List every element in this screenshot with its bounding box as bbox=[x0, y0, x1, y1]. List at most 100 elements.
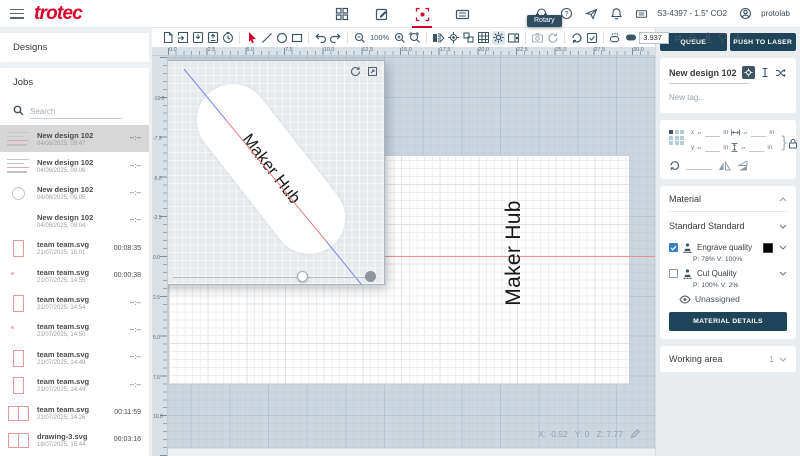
camera-icon[interactable] bbox=[531, 31, 544, 45]
rotation-slider-handle[interactable] bbox=[297, 271, 308, 282]
job-list-item[interactable]: team team.svg 21/07/2025, 14:49 --:-- bbox=[0, 372, 149, 399]
engrave-color-swatch[interactable] bbox=[763, 243, 773, 253]
cut-chevron-icon[interactable] bbox=[779, 271, 787, 276]
job-list-item[interactable]: team team.svg 21/07/2025, 14:55 00:00:38 bbox=[0, 262, 149, 289]
x-stepper[interactable]: ▴▾ bbox=[697, 131, 701, 134]
zoom-in-icon[interactable] bbox=[393, 31, 406, 45]
rotation-slider-end[interactable] bbox=[365, 271, 376, 282]
anchor-point-selector[interactable] bbox=[669, 130, 684, 145]
menu-icon[interactable] bbox=[10, 9, 24, 19]
horizontal-scrollbar[interactable] bbox=[152, 448, 655, 456]
rotation-input[interactable] bbox=[686, 161, 712, 170]
designs-section[interactable]: Designs bbox=[0, 33, 149, 62]
canvas-design-text[interactable]: Maker Hub bbox=[502, 200, 526, 305]
job-list-item[interactable]: team team.svg 21/07/2025, 14:49 --:-- bbox=[0, 344, 149, 371]
job-list-item[interactable]: drawing-3.svg 18/07/2025, 15:44 00:03:16 bbox=[0, 426, 149, 453]
rotary-icon[interactable] bbox=[609, 31, 622, 45]
workspace-settings-gear-icon[interactable] bbox=[492, 31, 505, 45]
width-stepper[interactable]: ▴▾ bbox=[743, 131, 747, 134]
select-tool-icon[interactable] bbox=[245, 31, 258, 45]
rectangle-tool-icon[interactable] bbox=[290, 31, 303, 45]
edit-position-pencil-icon[interactable] bbox=[630, 429, 640, 439]
undo-icon[interactable] bbox=[314, 31, 327, 45]
tab-prepare[interactable] bbox=[410, 0, 434, 28]
height-stepper[interactable]: ▴▾ bbox=[741, 146, 745, 149]
ellipse-tool-icon[interactable] bbox=[275, 31, 288, 45]
tab-dashboard[interactable] bbox=[330, 0, 354, 28]
x-position-input[interactable] bbox=[705, 128, 720, 137]
position-icon[interactable] bbox=[462, 31, 475, 45]
grid-icon[interactable] bbox=[477, 31, 490, 45]
job-list-item[interactable]: New design 102 04/08/2025, 09:47 --:-- bbox=[0, 125, 149, 152]
add-icon[interactable] bbox=[731, 31, 744, 45]
flip-horizontal-icon[interactable] bbox=[718, 161, 731, 171]
swap-icon[interactable] bbox=[671, 31, 684, 45]
job-list-item[interactable]: New design 102 04/08/2025, 09:06 --:-- bbox=[0, 152, 149, 179]
engrave-checkbox[interactable] bbox=[669, 243, 678, 252]
zoom-level[interactable]: 100% bbox=[368, 33, 391, 42]
panels-icon[interactable] bbox=[507, 31, 520, 45]
cut-process-row[interactable]: Cut Quality bbox=[669, 268, 787, 279]
save-as-icon[interactable] bbox=[206, 31, 219, 45]
new-tag-input[interactable] bbox=[669, 93, 787, 102]
focus-icon[interactable] bbox=[447, 31, 460, 45]
notifications-bell-icon[interactable] bbox=[610, 7, 623, 20]
working-area-value[interactable]: 1 bbox=[769, 354, 774, 364]
refresh-icon[interactable] bbox=[546, 31, 559, 45]
job-checklist-icon[interactable] bbox=[585, 31, 598, 45]
flip-vertical-icon[interactable] bbox=[737, 161, 748, 171]
user-name[interactable]: protolab bbox=[761, 9, 790, 18]
job-list-item[interactable]: team team.svg 21/07/2025, 14:50 --:-- bbox=[0, 317, 149, 344]
user-avatar-icon[interactable] bbox=[739, 7, 752, 20]
engrave-chevron-icon[interactable] bbox=[779, 245, 787, 250]
machine-name[interactable]: S3-4397 - 1.5" CO2 bbox=[657, 9, 727, 18]
y-stepper[interactable]: ▴▾ bbox=[697, 146, 701, 149]
height-input[interactable] bbox=[749, 143, 764, 152]
save-icon[interactable] bbox=[191, 31, 204, 45]
rotary-diameter-field[interactable] bbox=[639, 32, 669, 44]
focus-target-icon[interactable] bbox=[742, 66, 755, 79]
rotation-slider-track[interactable] bbox=[173, 277, 368, 278]
redo-icon[interactable] bbox=[329, 31, 342, 45]
working-area-chevron-icon[interactable] bbox=[779, 357, 787, 362]
zoom-selection-icon[interactable] bbox=[408, 31, 421, 45]
job-list-item[interactable]: team team.svg 21/07/2025, 15:01 00:08:35 bbox=[0, 235, 149, 262]
material-details-button[interactable]: MATERIAL DETAILS bbox=[669, 312, 787, 331]
preview-expand-icon[interactable] bbox=[367, 66, 378, 77]
import-icon[interactable] bbox=[176, 31, 189, 45]
job-list-item[interactable]: New design 102 04/08/2025, 09:05 --:-- bbox=[0, 180, 149, 207]
lock-icon[interactable] bbox=[686, 31, 699, 45]
y-position-input[interactable] bbox=[705, 143, 720, 152]
line-tool-icon[interactable] bbox=[260, 31, 273, 45]
material-select[interactable]: Standard Standard bbox=[669, 212, 787, 241]
rotary-diameter-input[interactable] bbox=[643, 33, 665, 42]
tab-design[interactable] bbox=[370, 0, 394, 28]
feedback-icon[interactable] bbox=[585, 7, 598, 20]
canvas-region[interactable]: -10.0-7.5-5.0-2.50.02.55.07.510.0 Maker … bbox=[152, 56, 655, 456]
zoom-out-icon[interactable] bbox=[353, 31, 366, 45]
shuffle-arrows-icon[interactable] bbox=[774, 66, 787, 79]
new-file-icon[interactable] bbox=[161, 31, 174, 45]
cut-checkbox[interactable] bbox=[669, 269, 678, 278]
job-time-icon[interactable] bbox=[221, 31, 234, 45]
help-icon[interactable]: ? bbox=[560, 7, 573, 20]
unassigned-row[interactable]: Unassigned bbox=[679, 294, 787, 304]
jobs-section-label[interactable]: Jobs bbox=[0, 68, 149, 97]
design-name[interactable]: New design 102 bbox=[669, 68, 739, 78]
rotary-object[interactable]: Maker Hub bbox=[182, 70, 359, 269]
rotary-preview-panel[interactable]: Maker Hub bbox=[158, 60, 385, 285]
collapse-chevron-icon[interactable] bbox=[779, 197, 787, 202]
search-input[interactable] bbox=[30, 105, 122, 119]
preview-rotate-icon[interactable] bbox=[350, 66, 361, 77]
engrave-process-row[interactable]: Engrave quality bbox=[669, 242, 787, 253]
width-input[interactable] bbox=[751, 128, 766, 137]
text-tool-icon[interactable] bbox=[758, 66, 771, 79]
aspect-lock-icon[interactable] bbox=[788, 138, 798, 149]
history-icon[interactable] bbox=[570, 31, 583, 45]
job-list-item[interactable]: team team.svg 21/07/2025, 14:54 --:-- bbox=[0, 289, 149, 316]
stamp-icon[interactable] bbox=[701, 31, 714, 45]
lamp-icon[interactable] bbox=[716, 31, 729, 45]
tab-produce[interactable] bbox=[450, 0, 474, 28]
job-list-item[interactable]: team team.svg 21/07/2025, 14:26 00:11:59 bbox=[0, 399, 149, 426]
mirror-icon[interactable] bbox=[432, 31, 445, 45]
